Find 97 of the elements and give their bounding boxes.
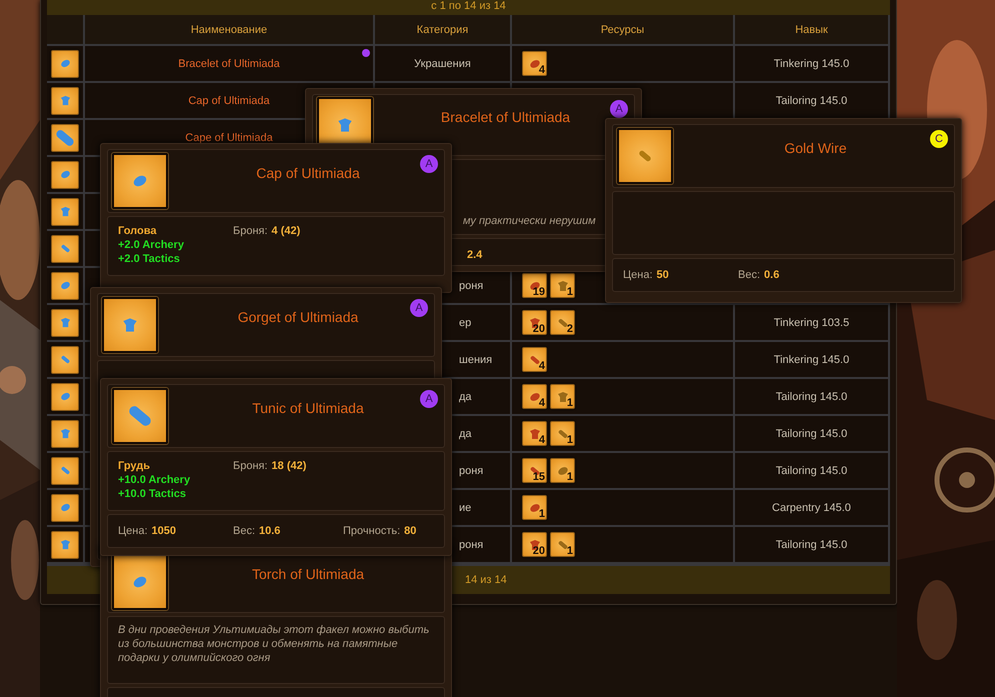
item-stat: Цена: 1050 xyxy=(118,525,177,537)
column-header: Наименование xyxy=(85,15,375,46)
resource-tile[interactable]: 20 xyxy=(522,532,547,557)
item-icon xyxy=(60,539,70,550)
skill-bonus: +10.0 Tactics xyxy=(118,488,187,500)
category-text: ер xyxy=(459,316,472,328)
rarity-badge: A xyxy=(420,390,438,408)
item-icon xyxy=(60,465,70,476)
skill-text: Tailoring 145.0 xyxy=(776,464,848,476)
item-icon xyxy=(556,464,568,476)
resource-tile[interactable]: 4 xyxy=(522,51,547,76)
rarity-badge: A xyxy=(610,100,628,118)
resource-tile[interactable]: 1 xyxy=(550,384,575,409)
item-icon xyxy=(132,173,148,189)
skill-text: Tinkering 145.0 xyxy=(774,354,850,366)
item-icon xyxy=(60,280,70,291)
rarity-badge: A xyxy=(410,299,428,317)
slot-label: Грудь xyxy=(118,460,151,472)
item-stat: 2.4 xyxy=(466,249,484,261)
item-icon xyxy=(132,574,148,590)
skill-text: Tailoring 145.0 xyxy=(776,390,848,402)
category-text: шения xyxy=(459,354,492,366)
item-title: Torch of Ultimiada xyxy=(250,566,366,582)
skill-bonus: +2.0 Archery xyxy=(118,239,185,251)
item-name-link[interactable]: Cap of Ultimiada xyxy=(188,94,270,106)
category-text: Украшения xyxy=(414,58,471,70)
item-icon xyxy=(556,316,568,328)
skill-bonus: +10.0 Archery xyxy=(118,474,192,486)
resource-tile[interactable]: 2 xyxy=(550,310,575,335)
item-icon xyxy=(556,280,568,292)
item-icon xyxy=(556,390,568,402)
item-icon xyxy=(60,391,70,402)
column-header: Ресурсы xyxy=(512,15,735,46)
category-text: роня xyxy=(459,464,484,476)
item-icon xyxy=(60,428,70,439)
rarity-badge: C xyxy=(930,130,948,148)
item-title: Gorget of Ultimiada xyxy=(236,309,360,325)
armor-stat: Броня: 4 (42) xyxy=(233,225,302,237)
item-icon xyxy=(528,354,540,366)
item-icon xyxy=(60,317,70,328)
category-text: роня xyxy=(459,280,484,292)
skill-text: Carpentry 145.0 xyxy=(772,502,851,514)
item-description: В дни проведения Ультимиады этот факел можно выбить из большинства монстров и обменять на памятные подарки у олимпийского огня xyxy=(118,623,430,665)
skill-text: Tailoring 145.0 xyxy=(776,94,848,106)
resource-tile[interactable]: 1 xyxy=(550,273,575,298)
category-text: да xyxy=(459,390,472,402)
item-description: му практически нерушим xyxy=(463,214,597,228)
item-stat: Вес: 10.6 xyxy=(233,525,282,537)
resource-tile[interactable]: 19 xyxy=(522,273,547,298)
column-header: Категория xyxy=(375,15,512,46)
item-title: Cap of Ultimiada xyxy=(255,165,361,181)
item-icon xyxy=(528,390,540,402)
item-stat: Вес: 0.6 xyxy=(738,269,780,281)
item-icon xyxy=(528,428,540,440)
item-icon xyxy=(528,58,540,70)
resource-tile[interactable]: 20 xyxy=(522,310,547,335)
item-icon xyxy=(60,58,70,69)
category-text: ие xyxy=(459,502,472,514)
item-icon xyxy=(60,95,70,106)
slot-label: Голова xyxy=(118,225,158,237)
rarity-badge: A xyxy=(420,155,438,173)
item-icon xyxy=(528,502,540,514)
item-stat: Цена: 50 xyxy=(623,269,670,281)
category-text: роня xyxy=(459,538,484,550)
category-text: да xyxy=(459,428,472,440)
item-stat: Прочность: 80 xyxy=(343,525,418,537)
item-icon xyxy=(60,243,70,254)
skill-bonus: +2.0 Tactics xyxy=(118,253,181,265)
item-icon xyxy=(122,317,138,333)
resource-tile[interactable]: 15 xyxy=(522,458,547,483)
item-icon xyxy=(60,354,70,365)
item-name-link[interactable]: Bracelet of Ultimiada xyxy=(178,58,280,70)
resource-tile[interactable]: 1 xyxy=(550,532,575,557)
resource-tile[interactable]: 4 xyxy=(522,384,547,409)
armor-stat: Броня: 18 (42) xyxy=(233,460,308,472)
skill-text: Tinkering 103.5 xyxy=(774,316,850,328)
item-icon xyxy=(556,428,568,440)
resource-tile[interactable]: 1 xyxy=(550,458,575,483)
skill-text: Tailoring 145.0 xyxy=(776,428,848,440)
resource-tile[interactable]: 4 xyxy=(522,347,547,372)
item-title: Tunic of Ultimiada xyxy=(251,400,365,416)
skill-text: Tailoring 145.0 xyxy=(776,538,848,550)
item-title: Bracelet of Ultimiada xyxy=(440,109,572,125)
item-icon xyxy=(60,206,70,217)
item-icon xyxy=(556,538,568,550)
item-icon xyxy=(60,502,70,513)
item-icon xyxy=(60,169,70,180)
resource-tile[interactable]: 4 xyxy=(522,421,547,446)
skill-text: Tinkering 145.0 xyxy=(774,58,850,70)
item-icon xyxy=(337,117,353,133)
pager-text: с 1 по 14 из 14 xyxy=(431,1,506,12)
item-title: Gold Wire xyxy=(783,140,848,156)
item-name-link[interactable]: Cape of Ultimiada xyxy=(185,132,273,144)
pager-text: 14 из 14 xyxy=(465,574,507,586)
resource-tile[interactable]: 1 xyxy=(522,495,547,520)
column-header: Навык xyxy=(735,15,890,46)
resource-tile[interactable]: 1 xyxy=(550,421,575,446)
